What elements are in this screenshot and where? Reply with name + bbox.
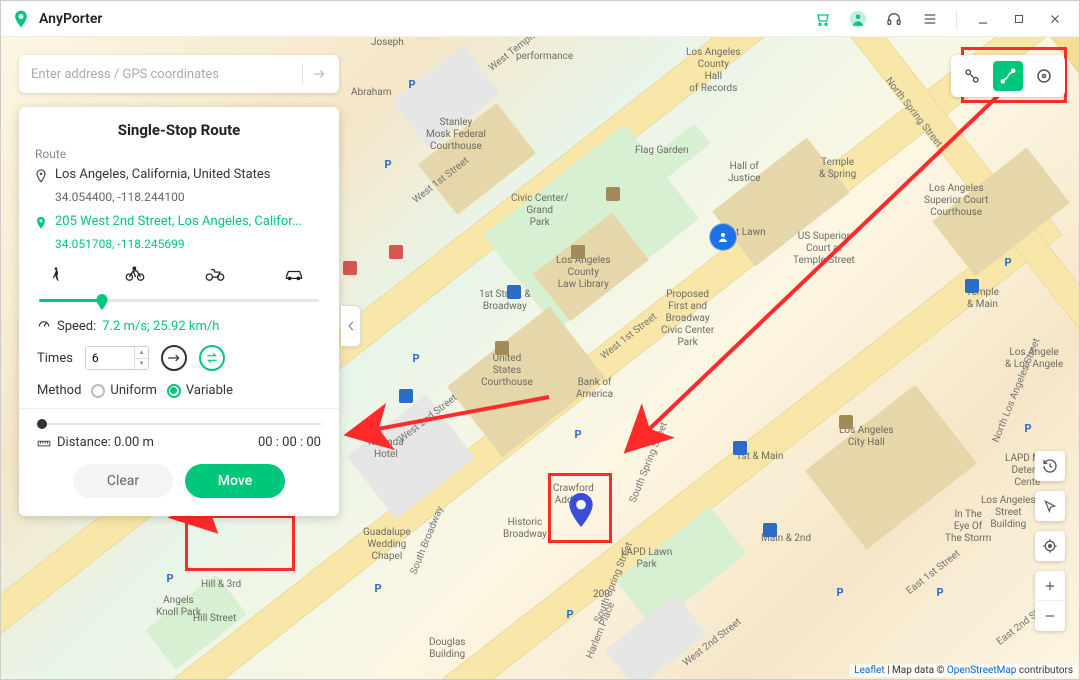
cart-icon[interactable] [808, 5, 836, 33]
method-uniform-radio[interactable]: Uniform [91, 383, 157, 398]
app-title: AnyPorter [39, 11, 102, 27]
map-label: Los Angele & Los Angele [1005, 347, 1063, 371]
map-label: performance [516, 51, 573, 63]
start-coords: 34.054400, -118.244100 [35, 190, 323, 204]
annotation-box [185, 515, 295, 571]
content-area: Los Angeles County Hall of Records perfo… [1, 37, 1079, 679]
zoom-out-button[interactable] [1035, 601, 1065, 631]
clear-button[interactable]: Clear [73, 464, 173, 498]
minimize-button[interactable] [969, 5, 997, 33]
bike-mode-icon[interactable] [124, 263, 146, 285]
pin-icon [35, 167, 49, 187]
route-section-label: Route [35, 147, 323, 161]
route-mode-button[interactable] [993, 61, 1023, 91]
times-label: Times [37, 351, 73, 366]
map-label: Abraham [351, 87, 392, 99]
dest-coords: 34.051708, -118.245699 [35, 237, 323, 251]
map-label: In The Eye Of The Storm [945, 509, 991, 545]
app-window: AnyPorter [0, 0, 1080, 680]
title-bar: AnyPorter [1, 1, 1079, 37]
route-destination: 205 West 2nd Street, Los Angeles, Califo… [35, 214, 323, 234]
osm-link[interactable]: OpenStreetMap [947, 665, 1017, 676]
maximize-button[interactable] [1005, 5, 1033, 33]
speed-slider[interactable] [39, 291, 319, 309]
gauge-icon [37, 317, 51, 335]
road-label: West Temple Street [487, 37, 562, 73]
loop-toggle-button[interactable] [161, 345, 187, 371]
route-start: Los Angeles, California, United States [35, 167, 323, 187]
logo-icon [11, 9, 31, 29]
panel-title: Single-Stop Route [35, 121, 323, 139]
map-label: Douglas Building [429, 637, 465, 661]
walk-mode-icon[interactable] [45, 263, 67, 285]
search-bar [19, 55, 339, 93]
distance-slider[interactable] [37, 419, 321, 429]
pin-icon [35, 214, 49, 234]
annotation-box [548, 473, 612, 543]
close-button[interactable] [1041, 5, 1069, 33]
transport-mode-row [35, 261, 323, 289]
menu-icon[interactable] [916, 5, 944, 33]
history-button[interactable] [1035, 451, 1065, 481]
cycle-toggle-button[interactable] [199, 345, 225, 371]
recenter-button[interactable] [1035, 531, 1065, 561]
search-go-button[interactable] [303, 58, 335, 90]
map-attribution: Leaflet | Map data © OpenStreetMap contr… [850, 664, 1077, 677]
map-controls [1035, 451, 1065, 631]
headset-icon[interactable] [880, 5, 908, 33]
method-label: Method [37, 383, 81, 398]
route-panel: Single-Stop Route Route Los Angeles, Cal… [19, 107, 339, 516]
search-input[interactable] [31, 67, 302, 82]
road-label: East 1st Street [904, 548, 962, 597]
road-label: South Spring Street [628, 421, 670, 505]
road-label: North Los Angeles Street [991, 337, 1043, 444]
mode-toolbar [951, 55, 1065, 97]
pointer-button[interactable] [1035, 491, 1065, 521]
teleport-mode-button[interactable] [957, 61, 987, 91]
ruler-icon [37, 437, 51, 449]
distance-readout: Distance: 0.00 m [37, 435, 154, 450]
map-label: Main & 2nd [761, 533, 811, 545]
map-label: Joseph [371, 37, 404, 49]
move-button[interactable]: Move [185, 464, 285, 498]
map-label: Historic Broadway [503, 517, 547, 541]
map-label: Crawford Addition [553, 483, 594, 507]
settings-mode-button[interactable] [1029, 61, 1059, 91]
times-input[interactable] [86, 347, 134, 369]
car-mode-icon[interactable] [283, 263, 305, 285]
times-down[interactable]: ▼ [135, 359, 148, 370]
speed-readout: Speed: 7.2 m/s; 25.92 km/h [35, 317, 323, 335]
start-address: Los Angeles, California, United States [55, 167, 271, 187]
panel-collapse-handle[interactable] [341, 305, 361, 347]
speed-value: 7.2 m/s; 25.92 km/h [102, 319, 219, 334]
leaflet-link[interactable]: Leaflet [854, 665, 884, 676]
method-variable-radio[interactable]: Variable [167, 383, 233, 398]
timer-readout: 00 : 00 : 00 [258, 435, 321, 450]
map-label: Los Angeles Street Building [981, 495, 1036, 531]
times-up[interactable]: ▲ [135, 347, 148, 359]
map-label: 1st Street & Broadway [479, 289, 531, 313]
map-label: US Superior Court at Temple Street [793, 231, 855, 267]
zoom-in-button[interactable] [1035, 571, 1065, 601]
account-icon[interactable] [844, 5, 872, 33]
times-stepper: ▲ ▼ [85, 346, 149, 370]
destination-pin-icon [568, 493, 594, 531]
motorcycle-mode-icon[interactable] [204, 263, 226, 285]
dest-address: 205 West 2nd Street, Los Angeles, Califo… [55, 214, 302, 234]
